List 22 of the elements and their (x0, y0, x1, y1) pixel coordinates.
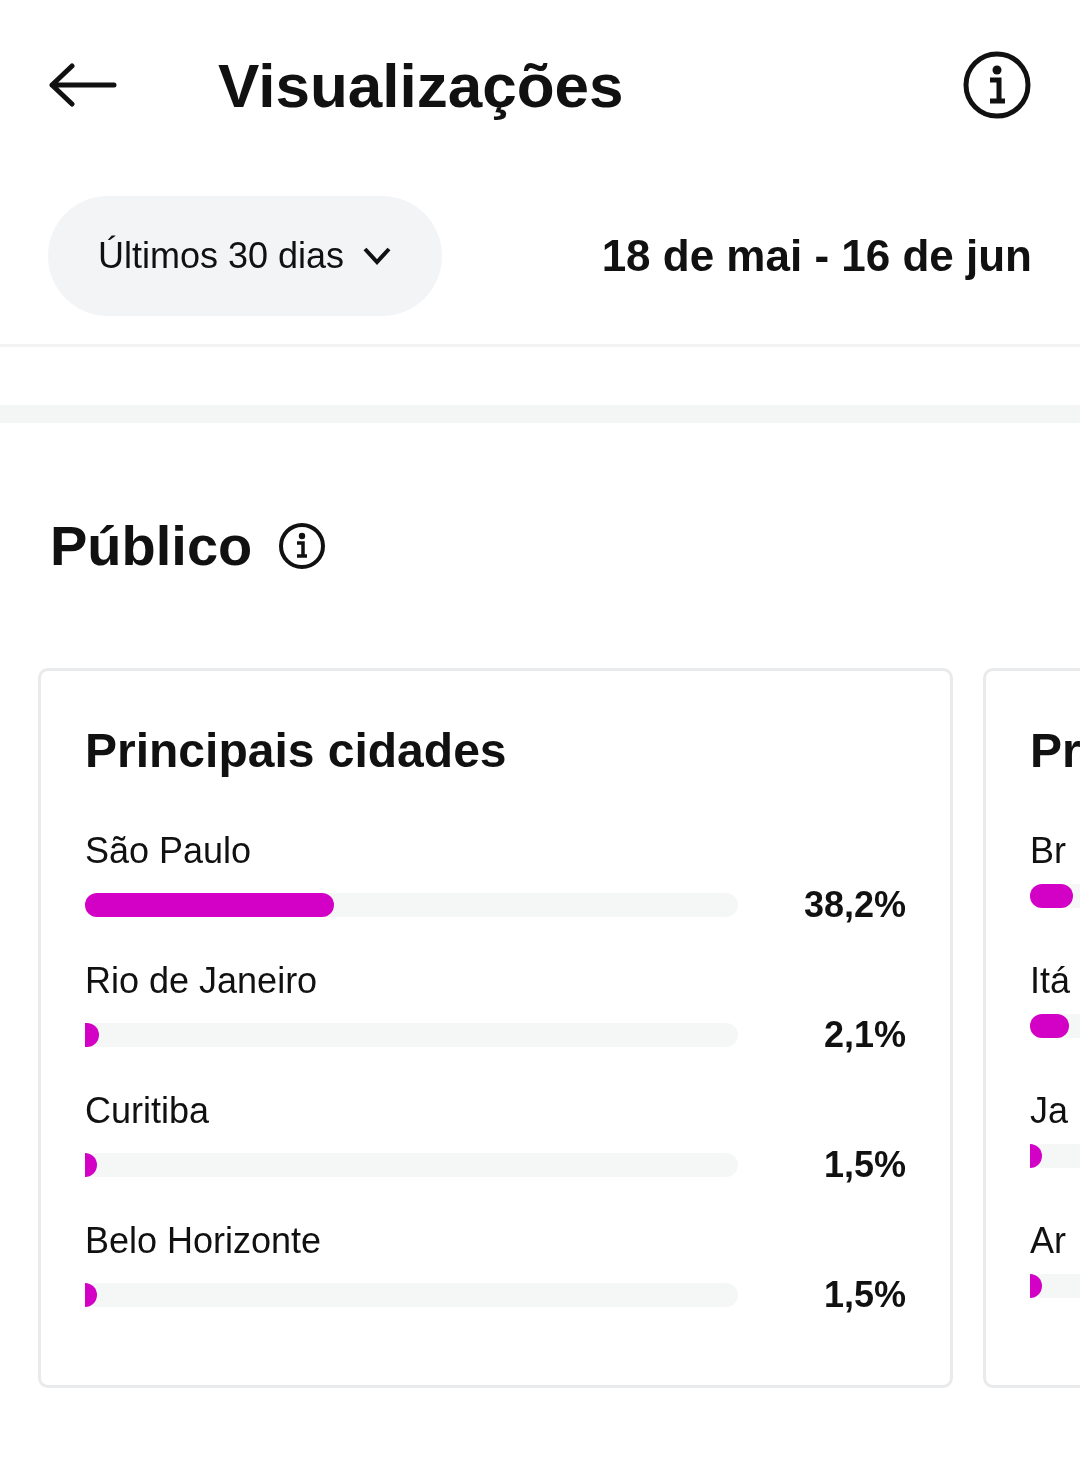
item-label: Ja (1030, 1090, 1070, 1132)
chevron-down-icon (362, 246, 393, 266)
back-arrow-icon[interactable] (48, 63, 118, 107)
percentage: 1,5% (823, 1274, 906, 1316)
percentage: 2,1% (823, 1014, 906, 1056)
info-icon[interactable] (962, 50, 1032, 120)
percentage: 38,2% (803, 884, 906, 926)
item-label: Curitiba (85, 1090, 211, 1132)
item-label: Belo Horizonte (85, 1220, 323, 1262)
item-label: Ar (1030, 1220, 1067, 1262)
card-title: Pr (1030, 723, 1080, 778)
item-label: Itá (1030, 960, 1072, 1002)
page-title: Visualizações (218, 49, 625, 121)
section-title: Público (50, 513, 253, 578)
card-title: Principais cidades (85, 723, 508, 778)
info-icon[interactable] (278, 521, 327, 570)
item-label: Br (1030, 830, 1067, 872)
item-label: São Paulo (85, 830, 253, 872)
item-label: Rio de Janeiro (85, 960, 319, 1002)
date-range: 18 de mai - 16 de jun (601, 231, 1032, 281)
period-dropdown[interactable]: Últimos 30 dias (48, 196, 443, 316)
percentage: 1,5% (823, 1144, 906, 1186)
